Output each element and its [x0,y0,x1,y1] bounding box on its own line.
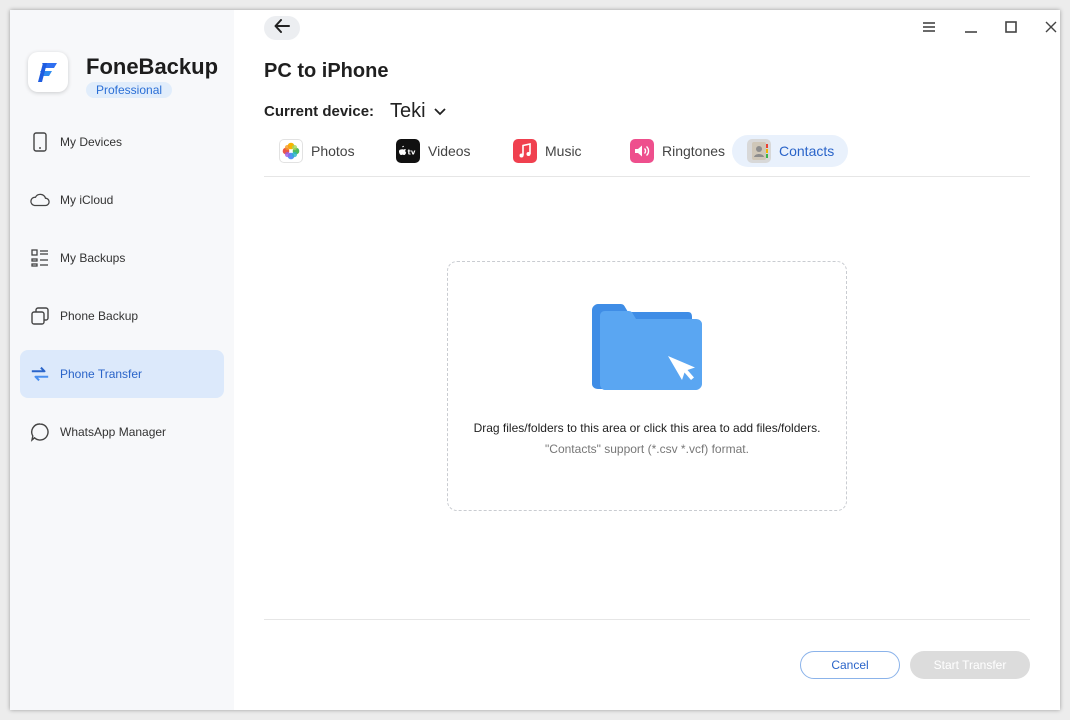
sidebar-item-whatsapp-manager[interactable]: WhatsApp Manager [20,408,224,456]
sidebar-item-label: Phone Backup [60,309,139,323]
tab-contacts[interactable]: Contacts [732,135,848,167]
cancel-button[interactable]: Cancel [800,651,900,679]
device-label: Current device: [264,103,375,120]
back-button[interactable] [264,16,300,40]
tab-music[interactable]: Music [513,135,594,167]
sidebar-item-my-icloud[interactable]: My iCloud [20,176,224,224]
app-window: FoneBackup Professional My Devices My iC… [10,10,1060,710]
page-title: PC to iPhone [264,60,389,82]
device-row: Current device: Teki [264,100,446,123]
sidebar-item-phone-transfer[interactable]: Phone Transfer [20,350,224,398]
sidebar-item-label: My iCloud [60,193,114,207]
sidebar: FoneBackup Professional My Devices My iC… [10,10,234,710]
footer-divider [264,619,1030,620]
maximize-icon [1004,20,1018,39]
app-name: FoneBackup [86,54,219,79]
transfer-arrows-icon [30,364,50,384]
cloud-icon [30,190,50,210]
category-tabs: Photos tv Videos Music Ringtones Contact… [264,135,1030,177]
folder-cursor-icon [592,304,704,392]
speaker-icon [630,139,654,163]
device-select[interactable]: Teki [390,100,446,123]
fonebackup-logo-icon [28,52,68,92]
copy-icon [30,306,50,326]
dropzone-instruction: Drag files/folders to this area or click… [473,421,821,435]
dropzone-format-note: "Contacts" support (*.csv *.vcf) format. [545,442,749,456]
contacts-icon [747,139,771,163]
close-icon [1044,20,1058,39]
close-button[interactable] [1042,20,1060,38]
chevron-down-icon [433,103,446,121]
edition-badge: Professional [86,82,173,98]
sidebar-item-label: Phone Transfer [60,367,143,381]
sidebar-item-my-backups[interactable]: My Backups [20,234,224,282]
brand: FoneBackup Professional [28,52,218,99]
phone-icon [30,132,50,152]
tab-label: Ringtones [662,143,726,159]
hamburger-menu-icon [922,20,936,38]
sidebar-item-phone-backup[interactable]: Phone Backup [20,292,224,340]
chat-bubble-icon [30,422,50,442]
tab-photos[interactable]: Photos [279,135,367,167]
device-name: Teki [390,100,426,122]
svg-text:tv: tv [408,149,416,157]
sidebar-item-label: My Devices [60,135,123,149]
tab-ringtones[interactable]: Ringtones [630,135,737,167]
arrow-left-icon [274,18,290,38]
tab-label: Photos [311,143,355,159]
apple-tv-icon: tv [396,139,420,163]
sidebar-item-label: My Backups [60,251,126,265]
tab-videos[interactable]: tv Videos [396,135,483,167]
photos-icon [279,139,303,163]
minimize-button[interactable] [962,20,980,38]
music-note-icon [513,139,537,163]
tab-label: Videos [428,143,471,159]
sidebar-item-my-devices[interactable]: My Devices [20,118,224,166]
minimize-icon [964,20,978,39]
sidebar-item-label: WhatsApp Manager [60,425,167,439]
start-transfer-button[interactable]: Start Transfer [910,651,1030,679]
maximize-button[interactable] [1002,20,1020,38]
menu-button[interactable] [920,20,938,38]
sidebar-nav: My Devices My iCloud My Backups Phone Ba… [20,118,224,466]
file-dropzone[interactable]: Drag files/folders to this area or click… [447,261,847,511]
main-panel: PC to iPhone Current device: Teki Photos… [234,10,1060,710]
list-icon [30,248,50,268]
tab-label: Contacts [779,143,835,159]
tab-label: Music [545,143,582,159]
